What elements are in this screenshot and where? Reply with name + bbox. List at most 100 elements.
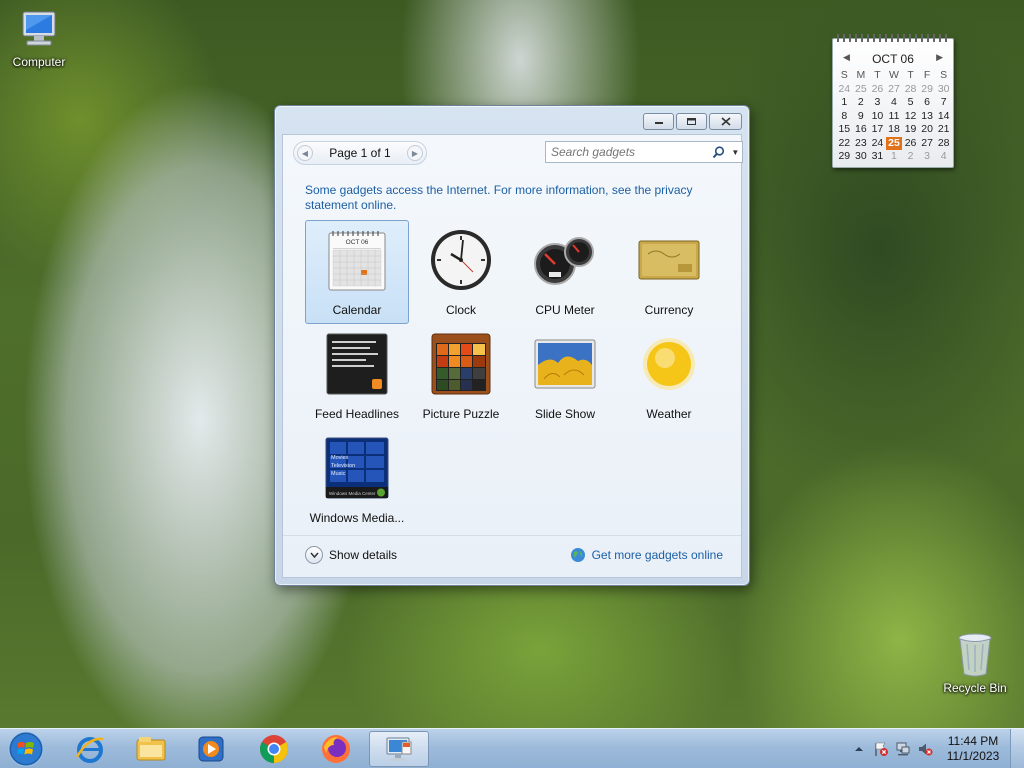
close-button[interactable] xyxy=(709,113,742,130)
system-tray: 11:44 PM 11/1/2023 xyxy=(848,729,1024,768)
calendar-day[interactable]: 11 xyxy=(886,110,903,124)
calendar-day[interactable]: 5 xyxy=(902,96,919,110)
calendar-day[interactable]: 2 xyxy=(902,150,919,164)
calendar-day[interactable]: 3 xyxy=(869,96,886,110)
network-button[interactable] xyxy=(892,738,914,760)
next-page-button[interactable]: ▶ xyxy=(406,145,423,161)
calendar-day[interactable]: 8 xyxy=(836,110,853,124)
calendar-day[interactable]: 16 xyxy=(853,123,870,137)
calendar-day[interactable]: 4 xyxy=(886,96,903,110)
calendar-day[interactable]: 27 xyxy=(886,83,903,97)
gadget-calendar[interactable]: OCT 06 Calendar xyxy=(305,220,409,324)
calendar-day[interactable]: 19 xyxy=(902,123,919,137)
privacy-notice-link[interactable]: Some gadgets access the Internet. For mo… xyxy=(305,183,715,213)
desktop-icon-recycle-bin[interactable]: Recycle Bin xyxy=(940,630,1010,695)
gadget-name: Weather xyxy=(646,407,692,421)
restore-button[interactable] xyxy=(676,113,707,130)
calendar-day[interactable]: 25 xyxy=(885,136,903,150)
chevron-up-icon xyxy=(855,747,863,751)
volume-button[interactable] xyxy=(914,738,936,760)
calendar-day[interactable]: 22 xyxy=(836,137,853,151)
calendar-day[interactable]: 26 xyxy=(869,83,886,97)
action-center-button[interactable] xyxy=(870,738,892,760)
media-thumb-music: Music xyxy=(331,471,346,477)
calendar-day[interactable]: 9 xyxy=(853,110,870,124)
calendar-day[interactable]: 18 xyxy=(886,123,903,137)
weekday-label: S xyxy=(840,69,848,82)
picture-puzzle-gadget-icon xyxy=(431,333,491,395)
calendar-day[interactable]: 26 xyxy=(902,137,919,151)
calendar-day[interactable]: 28 xyxy=(902,83,919,97)
calendar-day[interactable]: 31 xyxy=(869,150,886,164)
start-button[interactable] xyxy=(6,731,46,767)
calendar-day[interactable]: 15 xyxy=(836,123,853,137)
calendar-day[interactable]: 7 xyxy=(935,96,952,110)
calendar-day[interactable]: 3 xyxy=(919,150,936,164)
desktop-icon-computer[interactable]: Computer xyxy=(4,10,74,69)
calendar-day[interactable]: 4 xyxy=(935,150,952,164)
gadget-name: CPU Meter xyxy=(535,303,595,317)
calendar-day[interactable]: 10 xyxy=(869,110,886,124)
gadget-currency[interactable]: Currency xyxy=(617,220,721,324)
page-navigator: ◀ Page 1 of 1 ▶ xyxy=(293,141,427,165)
taskbar-file-explorer[interactable] xyxy=(123,731,179,767)
clock[interactable]: 11:44 PM 11/1/2023 xyxy=(936,734,1010,764)
taskbar-media-player[interactable] xyxy=(183,731,239,767)
calendar-day[interactable]: 2 xyxy=(853,96,870,110)
week-row: 1234567 xyxy=(836,96,952,110)
weekday-label: T xyxy=(907,69,914,82)
calendar-day[interactable]: 23 xyxy=(853,137,870,151)
calendar-day[interactable]: 28 xyxy=(935,137,952,151)
calendar-day[interactable]: 30 xyxy=(935,83,952,97)
calendar-day[interactable]: 12 xyxy=(902,110,919,124)
calendar-day[interactable]: 17 xyxy=(869,123,886,137)
next-month-icon[interactable]: ▶ xyxy=(936,52,943,63)
calendar-day[interactable]: 24 xyxy=(869,137,886,151)
calendar-day[interactable]: 14 xyxy=(935,110,952,124)
search-options-button[interactable]: ▼ xyxy=(729,142,742,162)
search-button[interactable] xyxy=(708,142,729,162)
gadget-name: Picture Puzzle xyxy=(422,407,500,421)
firefox-icon xyxy=(322,735,350,763)
calendar-gadget-icon: OCT 06 xyxy=(328,231,386,291)
calendar-day[interactable]: 1 xyxy=(886,150,903,164)
show-details-button[interactable]: Show details xyxy=(305,546,397,564)
gadget-name: Slide Show xyxy=(534,407,596,421)
calendar-rings xyxy=(837,34,949,42)
gadget-weather[interactable]: Weather xyxy=(617,324,721,428)
gadget-name: Clock xyxy=(445,303,476,317)
calendar-day[interactable]: 6 xyxy=(919,96,936,110)
show-hidden-icons-button[interactable] xyxy=(848,738,870,760)
search-input[interactable] xyxy=(546,142,708,162)
calendar-day[interactable]: 25 xyxy=(853,83,870,97)
show-desktop-button[interactable] xyxy=(1010,729,1024,768)
minimize-button[interactable] xyxy=(643,113,674,130)
calendar-day[interactable]: 1 xyxy=(836,96,853,110)
calendar-day[interactable]: 20 xyxy=(919,123,936,137)
previous-page-button[interactable]: ◀ xyxy=(297,145,313,161)
calendar-day[interactable]: 30 xyxy=(853,150,870,164)
gadget-picture-puzzle[interactable]: Picture Puzzle xyxy=(409,324,513,428)
action-center-flag-icon xyxy=(875,742,888,756)
calendar-day[interactable]: 24 xyxy=(836,83,853,97)
search-icon xyxy=(712,145,724,158)
taskbar-chrome[interactable] xyxy=(246,731,302,767)
get-more-gadgets-link[interactable]: Get more gadgets online xyxy=(570,547,723,563)
weekday-label: M xyxy=(856,69,866,82)
calendar-day[interactable]: 27 xyxy=(919,137,936,151)
gadget-clock[interactable]: Clock xyxy=(409,220,513,324)
computer-icon xyxy=(22,11,56,46)
taskbar-firefox[interactable] xyxy=(308,731,364,767)
calendar-day[interactable]: 29 xyxy=(919,83,936,97)
gadget-windows-media-center[interactable]: Movies Television Music Windows Media Ce… xyxy=(305,428,409,532)
calendar-day[interactable]: 29 xyxy=(836,150,853,164)
clock-time: 11:44 PM xyxy=(947,734,999,748)
calendar-day[interactable]: 21 xyxy=(935,123,952,137)
gadget-slide-show[interactable]: Slide Show xyxy=(513,324,617,428)
taskbar-internet-explorer[interactable] xyxy=(62,731,118,767)
calendar-day[interactable]: 13 xyxy=(919,110,936,124)
calendar-gadget[interactable]: ◀ OCT 06 ▶ S M T W T F S 24 25 26 27 28 29 30 1 2 3 4 5 6 7 8… xyxy=(832,34,954,168)
gadget-feed-headlines[interactable]: Feed Headlines xyxy=(305,324,409,428)
taskbar-gadgets[interactable] xyxy=(369,731,429,767)
gadget-cpu-meter[interactable]: CPU Meter xyxy=(513,220,617,324)
